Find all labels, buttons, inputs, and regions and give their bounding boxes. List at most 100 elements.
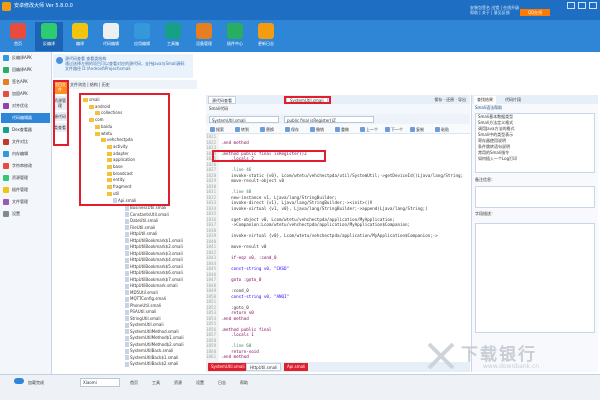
status-item[interactable]: 首页 (130, 379, 138, 387)
status-item[interactable]: 工具 (152, 379, 160, 387)
sidebar-item[interactable]: 回编译APK (1, 65, 50, 75)
file-name: SystemUtilMethod$1.smali (130, 335, 184, 340)
status-item[interactable]: 设置 (196, 379, 204, 387)
method-select[interactable]: public final isRegister()Z (284, 116, 374, 123)
sidebar-item-label: 回编译APK (12, 67, 32, 72)
sidebar-item[interactable]: 文件管理 (1, 197, 50, 207)
status-item[interactable]: 日志 (218, 379, 226, 387)
toolbar-label: 反编译 (43, 41, 55, 46)
sidebar-item-icon (3, 55, 9, 61)
foot-tab-httputil[interactable]: HttpUtil.smali (246, 363, 282, 371)
device-select[interactable]: Xiaomi (80, 378, 120, 387)
tree-node[interactable]: baidu (95, 124, 112, 130)
toolbar-app-edit-button[interactable]: 应用编辑 (128, 22, 156, 51)
toolbar-update-button[interactable]: 更新日志 (252, 22, 280, 51)
toolbar-label: 应用编辑 (134, 41, 150, 46)
sidebar-item[interactable]: 设置 (1, 209, 50, 219)
sidebar-item[interactable]: 文件对比 (1, 137, 50, 147)
code-line[interactable]: invoke-virtual {v0}, Lcom/wtetu/vehchect… (221, 233, 463, 239)
file-icon (125, 322, 129, 328)
field-desc-box[interactable] (475, 223, 595, 333)
tree-node[interactable]: activity (107, 144, 128, 150)
file-name: BusinessUtil.smali (130, 205, 167, 210)
save-action[interactable]: 保存 (434, 97, 442, 102)
tree-node[interactable]: application (107, 157, 135, 163)
version-info[interactable]: 安装包签名 出错 | 在线升级 帮助 | 关于 | 意见反馈 (470, 5, 519, 15)
editor-tool-button[interactable]: 转到 (234, 126, 249, 133)
foot-tab-systemutil[interactable]: SystemUtil.smali (208, 363, 248, 371)
foot-tab-api[interactable]: Api.smali (284, 363, 309, 371)
toolbar-compile-button[interactable]: 编译 (66, 22, 94, 51)
tree-node[interactable]: Api.smali (113, 198, 136, 204)
tree-node[interactable]: entity (107, 177, 125, 183)
code-line[interactable]: invoke-virtual {v1, v0}, Ljava/lang/Stri… (221, 206, 463, 212)
tree-node[interactable]: broadcast (107, 171, 133, 177)
toolbar-device-button[interactable]: 设备管理 (190, 22, 218, 51)
editor-tool-button[interactable]: 复制 (409, 126, 424, 133)
editor-tool-button[interactable]: 下一个 (384, 126, 403, 133)
project-tree[interactable]: smali android collections com baidu wtetu vehc… (79, 93, 170, 206)
tree-node[interactable]: fragment (107, 184, 132, 190)
code-lines[interactable]: .end method .method public final isRegist… (221, 134, 463, 360)
file-list-item[interactable]: SystemUtilBack$2.smali (125, 361, 195, 368)
user-status-badge[interactable]: QQ在线 (520, 9, 550, 16)
sidebar-item[interactable]: 内存编辑 (1, 149, 50, 159)
tree-node[interactable]: adapter (107, 151, 129, 157)
tab-source-view[interactable]: 源代码查看 (208, 96, 236, 104)
editor-tool-button[interactable]: 撤销 (309, 126, 324, 133)
sidebar-item-label: 对齐优化 (12, 103, 28, 108)
tool-icon (285, 127, 290, 132)
notes-box[interactable] (475, 186, 595, 208)
tree-node[interactable]: com (89, 117, 104, 123)
sidebar-item[interactable]: 代码编辑器 (1, 113, 50, 123)
tree-node[interactable]: android (89, 104, 110, 110)
tree-node[interactable]: wtetu (95, 131, 112, 137)
tab-snippets[interactable]: 代码片段 (502, 96, 524, 104)
toolbar-plugin-button[interactable]: 插件中心 (221, 22, 249, 51)
toggle-switch[interactable] (14, 378, 24, 384)
file-name: HttpUtilBookmark$6.smali (130, 270, 183, 275)
status-item[interactable]: 帮助 (240, 379, 248, 387)
tab-search-results[interactable]: 查找结果 (474, 96, 496, 104)
sidebar-item[interactable]: Dex查看器 (1, 125, 50, 135)
file-icon (125, 355, 129, 360)
status-item[interactable]: 资源 (174, 379, 182, 387)
editor-tool-button[interactable]: 搜索 (209, 126, 224, 133)
editor-tool-button[interactable]: 替换 (259, 126, 274, 133)
tree-node[interactable]: base (107, 164, 123, 170)
version-line-2[interactable]: 帮助 | 关于 | 意见反馈 (470, 10, 519, 15)
sidebar-item[interactable]: 反编译APK (1, 53, 50, 63)
code-editor[interactable]: 1821 1822 1823 1824 1825 1826 1827 1828 1829 1830… (206, 134, 468, 362)
maximize-icon[interactable] (578, 2, 586, 9)
file-view-tabs[interactable]: 文件浏览 | 结构 | 历史 (67, 80, 197, 89)
sidebar-item[interactable]: 对齐优化 (1, 101, 50, 111)
folder-icon (95, 124, 100, 129)
export-action[interactable]: 导出 (458, 97, 466, 102)
editor-tool-button[interactable]: 上一个 (359, 126, 378, 133)
sidebar-item[interactable]: 插件管理 (1, 185, 50, 195)
syntax-help-item[interactable]: 如何插入一个Log打印 (476, 156, 594, 162)
sidebar-item[interactable]: 加固APK (1, 89, 50, 99)
sidebar-item[interactable]: 签名APK (1, 77, 50, 87)
toolbar-code-button[interactable]: 代码编辑 (97, 22, 125, 51)
file-icon (125, 283, 129, 289)
editor-tool-button[interactable]: 保存 (284, 126, 299, 133)
toolbar-home-button[interactable]: 首页 (4, 22, 32, 51)
restore-action[interactable]: 还原 (446, 97, 454, 102)
class-select[interactable]: SystemUtil.smali (209, 116, 279, 123)
sidebar-item[interactable]: 资源管理 (1, 173, 50, 183)
sidebar-item-label: 签名APK (12, 79, 28, 84)
tree-node[interactable]: util (107, 191, 119, 197)
editor-tool-button[interactable]: 重做 (334, 126, 349, 133)
tree-node[interactable]: vehchectpda (101, 137, 133, 143)
toolbar-decompile-button[interactable]: 反编译 (35, 22, 63, 51)
tree-node[interactable]: collections (95, 110, 122, 116)
close-icon[interactable] (589, 2, 597, 9)
toolbar-toolbox-button[interactable]: 工具箱 (159, 22, 187, 51)
minimize-icon[interactable] (567, 2, 575, 9)
sidebar-item[interactable]: 字符串修改 (1, 161, 50, 171)
syntax-help-list[interactable]: Smali基本数据类型 Smali方法定义格式 调用Java方法的格式 Smali中的… (475, 113, 595, 173)
tree-node-label: adapter (113, 150, 129, 156)
tree-node[interactable]: smali (83, 97, 100, 103)
editor-tool-button[interactable]: 粘贴 (434, 126, 449, 133)
